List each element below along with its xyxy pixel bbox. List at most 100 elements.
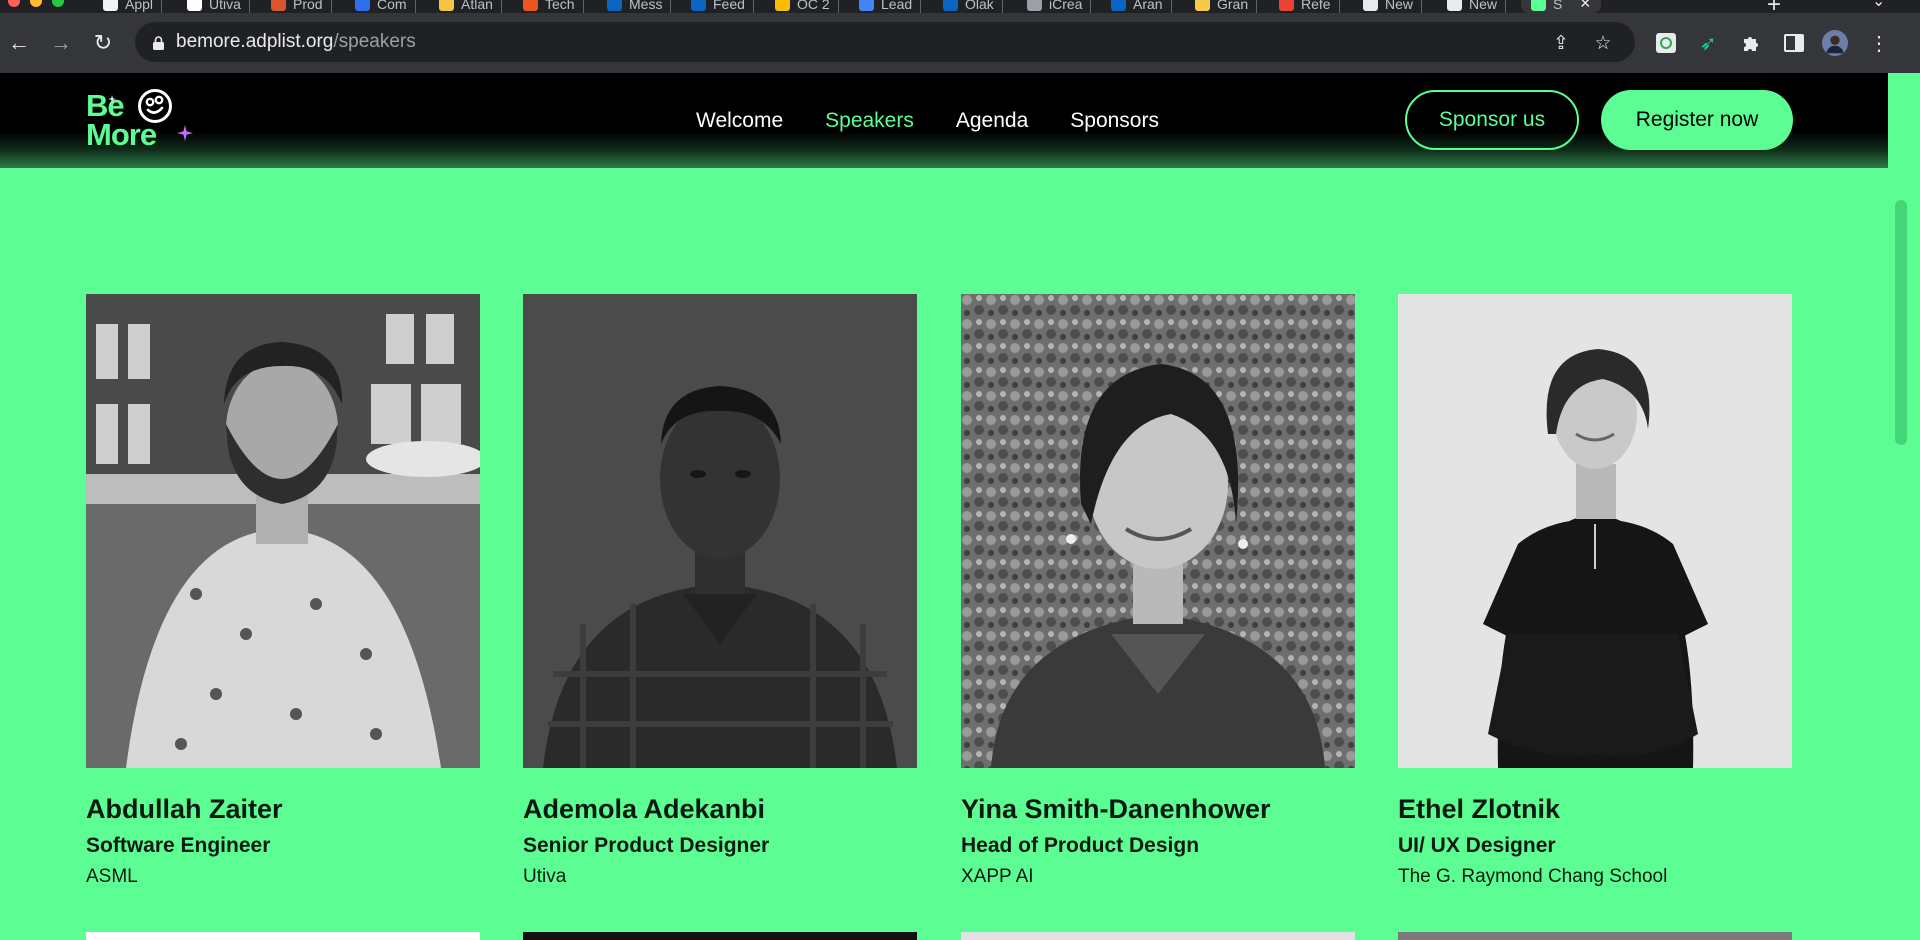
speaker-role: UI/ UX Designer	[1398, 834, 1556, 857]
browser-tab[interactable]: Mess	[607, 0, 672, 13]
browser-tab[interactable]: OC 2	[775, 0, 839, 13]
tab-separator	[330, 0, 332, 13]
browser-tab[interactable]: Utiva	[187, 0, 250, 13]
site-header: Be More Welcome Speakers Agenda Sponsors…	[0, 73, 1888, 168]
speaker-name: Ademola Adekanbi	[523, 794, 766, 824]
speaker-name: Abdullah Zaiter	[86, 794, 283, 824]
browser-tab[interactable]: Lead	[859, 0, 922, 13]
speaker-card[interactable]: Abdullah Zaiter Software Engineer ASML	[86, 294, 480, 887]
browser-tab[interactable]: Aran	[1111, 0, 1172, 13]
speaker-card-next-row[interactable]	[86, 932, 480, 940]
speaker-card[interactable]: Ademola Adekanbi Senior Product Designer…	[523, 294, 917, 887]
browser-tab[interactable]: Refe	[1279, 0, 1340, 13]
tab-favicon-icon	[523, 0, 538, 11]
browser-tab[interactable]: Com	[355, 0, 416, 13]
speaker-company: ASML	[86, 866, 138, 887]
tab-label: Atlan	[461, 0, 493, 12]
tab-label: Lead	[881, 0, 913, 12]
tab-favicon-icon	[103, 0, 118, 11]
speaker-card[interactable]: Ethel Zlotnik UI/ UX Designer The G. Ray…	[1398, 294, 1792, 887]
speaker-card-next-row[interactable]	[523, 932, 917, 940]
tab-favicon-icon	[439, 0, 454, 11]
tab-favicon-icon	[1195, 0, 1210, 11]
tab-search-icon[interactable]: ⌄	[1872, 0, 1885, 11]
browser-tab[interactable]: Appl	[103, 0, 163, 13]
speaker-photo	[86, 294, 480, 768]
speaker-card-next-row[interactable]	[1398, 932, 1792, 940]
tab-favicon-icon	[775, 0, 790, 11]
speaker-card[interactable]: Yina Smith-Danenhower Head of Product De…	[961, 294, 1355, 887]
nav-sponsors[interactable]: Sponsors	[1070, 109, 1159, 133]
tab-favicon-icon	[1447, 0, 1462, 11]
tab-label: Com	[377, 0, 407, 12]
tab-separator	[1256, 0, 1258, 13]
side-panel-icon[interactable]	[1781, 30, 1807, 56]
nav-welcome[interactable]: Welcome	[696, 109, 783, 133]
browser-tab[interactable]: Tech	[523, 0, 584, 13]
tab-close-icon[interactable]: ✕	[1579, 0, 1591, 12]
extensions-puzzle-icon[interactable]	[1738, 30, 1764, 56]
tab-label: Utiva	[209, 0, 241, 12]
browser-tab[interactable]: Atlan	[439, 0, 502, 13]
tab-separator	[161, 0, 163, 13]
tab-label: Mess	[629, 0, 663, 12]
browser-tab[interactable]: Feed	[691, 0, 754, 13]
back-icon[interactable]: ←	[4, 13, 34, 73]
speaker-photo	[523, 294, 917, 768]
bookmark-star-icon[interactable]: ☆	[1590, 30, 1616, 56]
new-tab-icon[interactable]: +	[1767, 0, 1781, 13]
close-window-icon[interactable]	[8, 0, 20, 7]
share-icon[interactable]: ⇪	[1548, 30, 1574, 56]
browser-tab[interactable]: Gran	[1195, 0, 1258, 13]
scrollbar-thumb[interactable]	[1895, 200, 1907, 445]
tab-favicon-icon	[691, 0, 706, 11]
tab-separator	[837, 0, 839, 13]
address-bar[interactable]: bemore.adplist.org/speakers ⇪ ☆	[135, 22, 1635, 62]
sponsor-us-button[interactable]: Sponsor us	[1405, 90, 1579, 150]
nav-speakers[interactable]: Speakers	[825, 109, 914, 133]
reload-icon[interactable]: ↻	[88, 13, 118, 73]
minimize-window-icon[interactable]	[30, 0, 42, 7]
tab-label: Olak	[965, 0, 994, 12]
tab-favicon-icon	[1279, 0, 1294, 11]
tab-favicon-icon	[271, 0, 286, 11]
nav-agenda[interactable]: Agenda	[956, 109, 1028, 133]
tab-separator	[1001, 0, 1003, 13]
profile-avatar[interactable]	[1822, 30, 1848, 56]
forward-icon[interactable]: →	[46, 13, 76, 73]
speaker-card-next-row[interactable]	[961, 932, 1355, 940]
tab-label: Gran	[1217, 0, 1249, 12]
tab-separator	[248, 0, 250, 13]
tab-separator	[582, 0, 584, 13]
tab-separator	[1338, 0, 1340, 13]
tab-favicon-icon	[943, 0, 958, 11]
speaker-role: Senior Product Designer	[523, 834, 770, 857]
maximize-window-icon[interactable]	[52, 0, 64, 7]
smiley-face-icon	[138, 89, 172, 123]
browser-tab-active[interactable]: S ✕	[1521, 0, 1602, 13]
tab-label: Feed	[713, 0, 745, 12]
extension-bird-icon[interactable]: ➶	[1695, 30, 1721, 56]
tab-favicon-icon	[1111, 0, 1126, 11]
tab-separator	[1421, 0, 1423, 13]
browser-tab[interactable]: Olak	[943, 0, 1003, 13]
tab-label: Prod	[293, 0, 323, 12]
browser-tab[interactable]: New	[1363, 0, 1423, 13]
tab-favicon-icon	[355, 0, 370, 11]
register-now-button[interactable]: Register now	[1601, 90, 1793, 150]
tab-separator	[1090, 0, 1092, 13]
speaker-photo	[961, 294, 1355, 768]
chrome-menu-icon[interactable]: ⋮	[1866, 30, 1892, 56]
tab-separator	[1505, 0, 1507, 13]
tab-label: Aran	[1133, 0, 1163, 12]
browser-tab[interactable]: New	[1447, 0, 1507, 13]
url-path: /speakers	[333, 31, 416, 52]
be-more-logo[interactable]: Be More	[86, 89, 196, 153]
tab-separator	[1170, 0, 1172, 13]
extension-green-icon[interactable]	[1653, 30, 1679, 56]
browser-tab[interactable]: iCrea	[1027, 0, 1092, 13]
browser-tab[interactable]: Prod	[271, 0, 332, 13]
speaker-name: Yina Smith-Danenhower	[961, 794, 1271, 824]
small-star-icon	[108, 95, 116, 103]
tab-label: OC 2	[797, 0, 830, 12]
